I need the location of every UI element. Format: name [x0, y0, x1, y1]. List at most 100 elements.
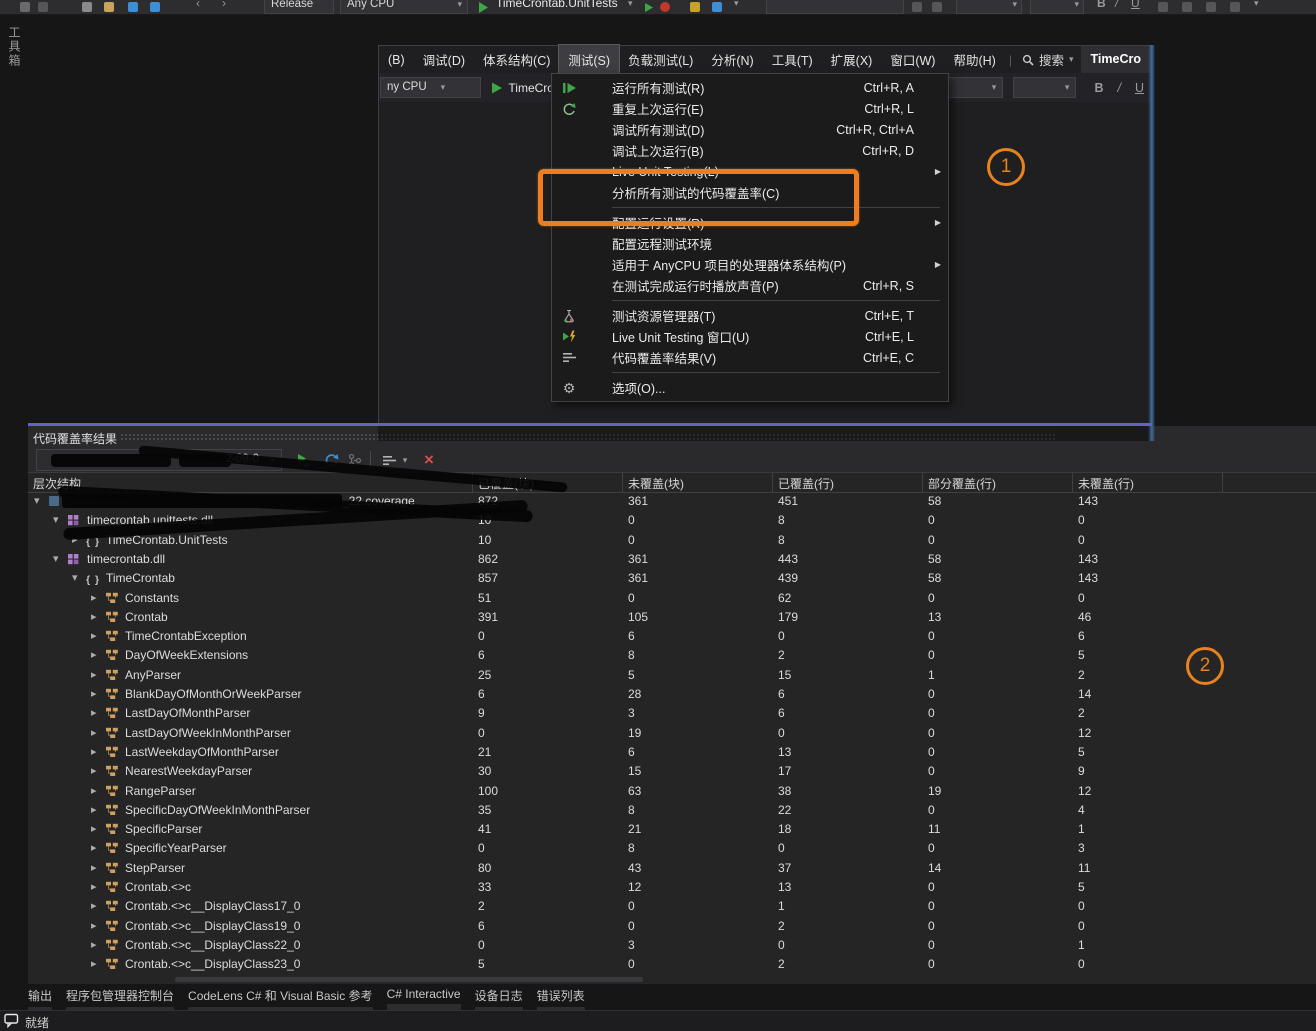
menu-item-11[interactable]: 在测试完成运行时播放声音(P)Ctrl+R, S [552, 275, 948, 296]
menu-item-10[interactable]: 适用于 AnyCPU 项目的处理器体系结构(P)▶ [552, 254, 948, 275]
table-row[interactable]: ▸Crontab.<>c__DisplayClass17_020100 [28, 897, 1316, 916]
italic-icon[interactable]: / [1115, 0, 1118, 13]
italic-button[interactable]: / [1117, 81, 1120, 95]
redo-icon[interactable] [38, 2, 48, 12]
collapse-icon[interactable]: ▾ [34, 494, 40, 507]
table-row[interactable]: ▸Crontab.<>c__DisplayClass19_060200 [28, 917, 1316, 936]
undo-icon[interactable] [20, 2, 30, 12]
bottom-tab-3[interactable]: CodeLens C# 和 Visual Basic 参考 [188, 984, 373, 1010]
new-file-icon[interactable] [82, 2, 92, 12]
menu-item-3[interactable]: 调试所有测试(D)Ctrl+R, Ctrl+A [552, 119, 948, 140]
column-header-uncovered-lines[interactable]: 未覆盖(行) [1078, 475, 1134, 492]
toolbar-options-caret-icon[interactable]: ▾ [734, 0, 739, 13]
bottom-tab-4[interactable]: C# Interactive [387, 984, 461, 1010]
feedback-icon[interactable] [4, 1013, 19, 1031]
menu-item-15[interactable]: 代码覆盖率结果(V)Ctrl+E, C [552, 347, 948, 368]
toolbar-combo-3[interactable]: ▾ [1030, 0, 1084, 14]
list-icon[interactable] [1206, 2, 1216, 12]
table-row[interactable]: ▸DayOfWeekExtensions68205 [28, 646, 1316, 665]
bottom-tab-1[interactable]: 输出 [28, 984, 52, 1010]
menu-item-2[interactable]: 重复上次运行(E)Ctrl+R, L [552, 98, 948, 119]
toolbar-combo-2[interactable]: ▾ [956, 0, 1022, 14]
document-tab[interactable]: TimeCro [1081, 46, 1151, 73]
run-icon[interactable] [645, 3, 654, 12]
doc-save-icon[interactable] [932, 2, 942, 12]
table-row[interactable]: ▸LastDayOfWeekInMonthParser0190012 [28, 724, 1316, 743]
expand-icon[interactable]: ▸ [91, 841, 97, 854]
collapse-icon[interactable]: ▾ [53, 513, 59, 526]
expand-icon[interactable]: ▸ [91, 745, 97, 758]
table-row[interactable]: ▾timecrontab.dll86236144358143 [28, 550, 1316, 569]
bottom-tab-5[interactable]: 设备日志 [475, 984, 523, 1010]
start-debug-icon[interactable] [478, 2, 489, 13]
run-test-icon[interactable] [491, 82, 503, 94]
collapse-icon[interactable]: ▾ [72, 571, 78, 584]
table-row[interactable]: ▸SpecificParser412118111 [28, 820, 1316, 839]
table-row[interactable]: ▸LastDayOfMonthParser93602 [28, 704, 1316, 723]
underline-button[interactable]: U [1135, 81, 1144, 95]
collapse-icon[interactable]: ▾ [53, 552, 59, 565]
bold-button[interactable]: B [1094, 81, 1103, 95]
highlight-icon[interactable] [1182, 2, 1192, 12]
menu-item-1[interactable]: 运行所有测试(R)Ctrl+R, A [552, 77, 948, 98]
find-in-files-icon[interactable] [690, 2, 700, 12]
table-row[interactable]: ▸Crontab.<>c33121305 [28, 878, 1316, 897]
bold-icon[interactable]: B [1097, 0, 1106, 13]
startup-project-label[interactable]: TimeCrontab.UnitTests [496, 0, 618, 13]
record-icon[interactable] [660, 2, 670, 12]
open-folder-icon[interactable] [104, 2, 114, 12]
table-row[interactable]: ▸LastWeekdayOfMonthParser2161305 [28, 743, 1316, 762]
menubar-item-5[interactable]: 负载测试(L) [619, 45, 702, 74]
menu-item-14[interactable]: Live Unit Testing 窗口(U)Ctrl+E, L [552, 326, 948, 347]
bottom-tab-6[interactable]: 错误列表 [537, 984, 585, 1010]
table-row[interactable]: ▾{ }TimeCrontab85736143958143 [28, 569, 1316, 588]
table-row[interactable]: ▸TimeCrontabException06006 [28, 627, 1316, 646]
table-row[interactable]: ▸Constants5106200 [28, 589, 1316, 608]
menubar-item-7[interactable]: 工具(T) [763, 45, 822, 74]
expand-icon[interactable]: ▸ [91, 610, 97, 623]
table-row[interactable]: ▸RangeParser10063381912 [28, 782, 1316, 801]
platform-dropdown[interactable]: Any CPU▾ [340, 0, 468, 14]
underline-icon[interactable]: U [1131, 0, 1140, 13]
table-row[interactable]: ▸StepParser8043371411 [28, 859, 1316, 878]
expand-icon[interactable]: ▸ [91, 706, 97, 719]
window-combo-1[interactable]: ▾ [944, 77, 1003, 98]
table-row[interactable]: ▸Crontab3911051791346 [28, 608, 1316, 627]
table-row[interactable]: ▸{ }TimeCrontab.UnitTests100800 [28, 531, 1316, 550]
table-row[interactable]: ▸BlankDayOfMonthOrWeekParser6286014 [28, 685, 1316, 704]
toolbox-side-tab[interactable]: 工具箱 [6, 26, 23, 68]
expand-icon[interactable]: ▸ [91, 803, 97, 816]
menubar-item-8[interactable]: 扩展(X) [822, 45, 882, 74]
search-control[interactable]: 搜索 ▾ [1022, 50, 1074, 69]
platform-combo[interactable]: ny CPU▾ [380, 77, 481, 98]
expand-icon[interactable]: ▸ [91, 784, 97, 797]
toolbar-combo-1[interactable] [766, 0, 904, 14]
table-row[interactable]: ▸SpecificDayOfWeekInMonthParser3582204 [28, 801, 1316, 820]
menubar-item-9[interactable]: 窗口(W) [881, 45, 944, 74]
menubar-item-4[interactable]: 测试(S) [559, 45, 619, 74]
expand-icon[interactable]: ▸ [91, 899, 97, 912]
doc-outline-icon[interactable] [912, 2, 922, 12]
table-row[interactable]: ▸NearestWeekdayParser30151709 [28, 762, 1316, 781]
run-target-label[interactable]: TimeCro [508, 81, 554, 95]
expand-icon[interactable]: ▸ [91, 938, 97, 951]
column-header-partially-covered-lines[interactable]: 部分覆盖(行) [928, 475, 996, 492]
link-icon[interactable] [1230, 2, 1240, 12]
remove-icon[interactable]: × [418, 451, 440, 469]
table-row[interactable]: ▸Crontab.<>c__DisplayClass23_050200 [28, 955, 1316, 974]
home-icon[interactable] [712, 2, 722, 12]
expand-icon[interactable]: ▸ [91, 919, 97, 932]
menubar-item-3[interactable]: 体系结构(C) [474, 45, 559, 74]
text-color-icon[interactable] [1158, 2, 1168, 12]
overflow-caret-icon[interactable]: ▾ [1254, 0, 1259, 13]
expand-icon[interactable]: ▸ [91, 726, 97, 739]
menu-item-13[interactable]: 测试资源管理器(T)Ctrl+E, T [552, 305, 948, 326]
expand-icon[interactable]: ▸ [91, 880, 97, 893]
column-header-covered-lines[interactable]: 已覆盖(行) [778, 475, 834, 492]
navigate-forward-icon[interactable]: › [222, 0, 226, 13]
menu-item-9[interactable]: 配置远程测试环境 [552, 233, 948, 254]
menubar-item-10[interactable]: 帮助(H) [944, 45, 1004, 74]
menu-item-17[interactable]: ⚙选项(O)... [552, 377, 948, 398]
expand-icon[interactable]: ▸ [91, 668, 97, 681]
save-all-icon[interactable] [150, 2, 160, 12]
